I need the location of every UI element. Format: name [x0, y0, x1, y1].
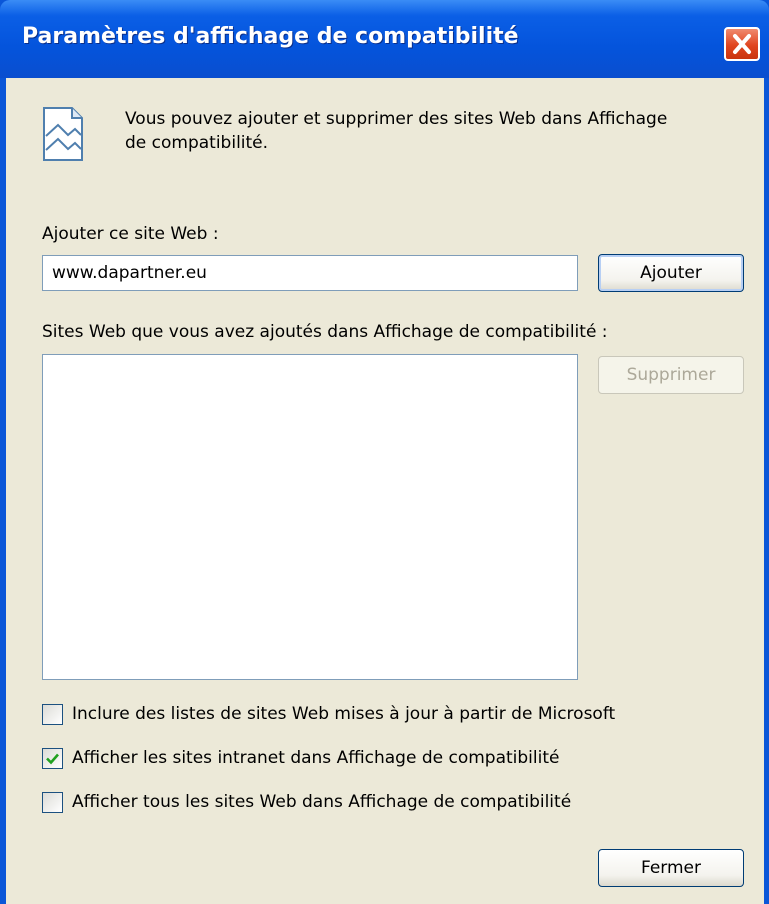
window-title: Paramètres d'affichage de compatibilité: [22, 24, 519, 49]
checkbox-include-microsoft-lists[interactable]: [42, 703, 63, 725]
sites-list-label: Sites Web que vous avez ajoutés dans Aff…: [42, 322, 608, 342]
sites-listbox[interactable]: [42, 354, 578, 680]
dialog-content: Vous pouvez ajouter et supprimer des sit…: [6, 78, 764, 904]
option-label: Afficher les sites intranet dans Afficha…: [72, 748, 560, 768]
add-site-input[interactable]: [42, 255, 578, 291]
option-label: Inclure des listes de sites Web mises à …: [72, 704, 616, 724]
option-all-sites[interactable]: Afficher tous les sites Web dans Afficha…: [42, 789, 571, 815]
dialog-window: Paramètres d'affichage de compatibilité …: [0, 0, 769, 904]
option-include-microsoft-lists[interactable]: Inclure des listes de sites Web mises à …: [42, 701, 615, 727]
title-bar[interactable]: Paramètres d'affichage de compatibilité: [0, 0, 769, 78]
close-button[interactable]: Fermer: [598, 849, 744, 887]
checkbox-all-sites[interactable]: [42, 791, 63, 813]
add-button[interactable]: Ajouter: [598, 254, 744, 292]
close-icon: [733, 34, 751, 54]
checkmark-icon: [46, 753, 59, 764]
info-text: Vous pouvez ajouter et supprimer des sit…: [125, 109, 668, 153]
add-site-label: Ajouter ce site Web :: [42, 224, 219, 244]
option-intranet-sites[interactable]: Afficher les sites intranet dans Afficha…: [42, 745, 559, 771]
option-label: Afficher tous les sites Web dans Afficha…: [72, 792, 572, 812]
close-window-button[interactable]: [724, 27, 760, 61]
remove-button[interactable]: Supprimer: [598, 356, 744, 394]
checkbox-intranet-sites[interactable]: [42, 747, 63, 769]
webpage-icon: [43, 107, 83, 161]
